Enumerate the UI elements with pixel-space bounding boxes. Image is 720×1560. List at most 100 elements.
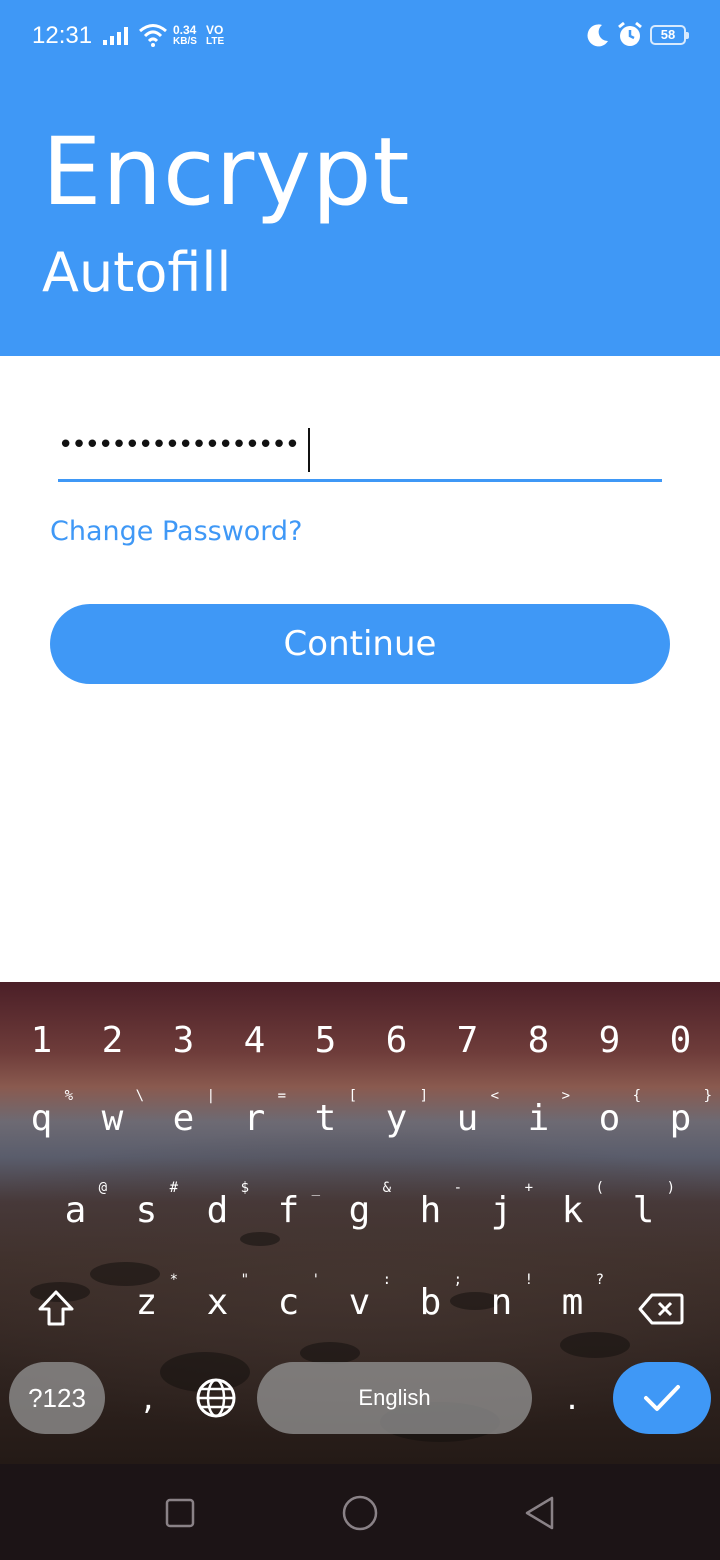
key-z[interactable]: z * [111, 1272, 182, 1334]
key-h[interactable]: h- [395, 1180, 466, 1242]
status-time: 12:31 [32, 22, 93, 49]
key-f-label: f [277, 1190, 300, 1231]
alarm-icon [618, 21, 642, 46]
recents-icon[interactable] [161, 1494, 199, 1532]
key-2[interactable]: 2 [77, 1012, 148, 1072]
key-c[interactable]: c ' [253, 1272, 324, 1334]
key-x-hint: " [240, 1272, 249, 1288]
backspace-icon[interactable] [638, 1292, 684, 1326]
key-d[interactable]: d $ [182, 1180, 253, 1242]
key-3-label: 3 [172, 1020, 195, 1061]
status-bar: 12:31 0.34 KB/S VO LTE 58 [0, 0, 720, 72]
key-a-hint: @ [98, 1180, 107, 1196]
key-q-label: q [30, 1098, 53, 1139]
key-c-label: c [277, 1282, 300, 1323]
symbols-key[interactable]: ?123 [9, 1362, 105, 1434]
check-icon [644, 1385, 680, 1411]
app-header: 12:31 0.34 KB/S VO LTE 58 Encrypt Autofi… [0, 0, 720, 356]
key-2-label: 2 [101, 1020, 124, 1061]
key-o[interactable]: o{ [574, 1088, 645, 1150]
key-v[interactable]: v: [324, 1272, 395, 1334]
key-j[interactable]: j + [466, 1180, 537, 1242]
key-d-hint: $ [240, 1180, 249, 1196]
key-4[interactable]: 4 [219, 1012, 290, 1072]
comma-key[interactable]: , [136, 1378, 160, 1418]
key-7[interactable]: 7 [432, 1012, 503, 1072]
key-p[interactable]: p} [645, 1088, 716, 1150]
key-i[interactable]: i > [503, 1088, 574, 1150]
key-r[interactable]: r = [219, 1088, 290, 1150]
key-9[interactable]: 9 [574, 1012, 645, 1072]
key-k-label: k [561, 1190, 584, 1231]
key-i-hint: > [561, 1088, 570, 1104]
key-r-hint: = [277, 1088, 286, 1104]
key-u-hint: < [490, 1088, 499, 1104]
key-k[interactable]: k( [537, 1180, 608, 1242]
key-n[interactable]: n! [466, 1272, 537, 1334]
key-b[interactable]: b; [395, 1272, 466, 1334]
key-a-label: a [64, 1190, 87, 1231]
key-u[interactable]: u < [432, 1088, 503, 1150]
page-subtitle: Autofill [42, 241, 232, 304]
key-m[interactable]: m? [537, 1272, 608, 1334]
shift-icon[interactable] [36, 1288, 76, 1328]
key-m-label: m [561, 1282, 584, 1323]
key-8-label: 8 [527, 1020, 550, 1061]
key-5[interactable]: 5 [290, 1012, 361, 1072]
key-w-label: w [101, 1098, 124, 1139]
key-7-label: 7 [456, 1020, 479, 1061]
key-s[interactable]: s # [111, 1180, 182, 1242]
key-8[interactable]: 8 [503, 1012, 574, 1072]
key-6[interactable]: 6 [361, 1012, 432, 1072]
key-w-hint: \ [135, 1088, 144, 1104]
key-1-label: 1 [30, 1020, 53, 1061]
key-v-hint: : [382, 1272, 391, 1288]
key-6-label: 6 [385, 1020, 408, 1061]
enter-key[interactable] [613, 1362, 711, 1434]
globe-icon[interactable] [195, 1377, 237, 1419]
key-n-hint: ! [524, 1272, 533, 1288]
key-j-hint: + [524, 1180, 533, 1196]
key-g[interactable]: g & [324, 1180, 395, 1242]
key-0-label: 0 [669, 1020, 692, 1061]
space-key[interactable]: English [257, 1362, 532, 1434]
text-cursor [308, 428, 310, 472]
key-f[interactable]: f _ [253, 1180, 324, 1242]
network-speed: 0.34 KB/S [173, 23, 197, 47]
key-y[interactable]: y] [361, 1088, 432, 1150]
home-icon[interactable] [341, 1494, 379, 1532]
key-o-label: o [598, 1098, 621, 1139]
key-w[interactable]: w \ [77, 1088, 148, 1150]
change-password-link[interactable]: Change Password? [50, 516, 302, 547]
key-q[interactable]: q% [6, 1088, 77, 1150]
key-p-label: p [669, 1098, 692, 1139]
key-c-hint: ' [311, 1272, 320, 1288]
key-s-hint: # [169, 1180, 178, 1196]
key-l-hint: ) [666, 1180, 675, 1196]
key-t[interactable]: t[ [290, 1088, 361, 1150]
key-e[interactable]: e | [148, 1088, 219, 1150]
key-y-label: y [385, 1098, 408, 1139]
key-9-label: 9 [598, 1020, 621, 1061]
key-k-hint: ( [595, 1180, 604, 1196]
key-l[interactable]: l) [608, 1180, 679, 1242]
key-x[interactable]: x " [182, 1272, 253, 1334]
key-f-hint: _ [311, 1180, 320, 1196]
period-key[interactable]: . [560, 1378, 584, 1418]
key-u-label: u [456, 1098, 479, 1139]
key-1[interactable]: 1 [6, 1012, 77, 1072]
key-a[interactable]: a @ [40, 1180, 111, 1242]
continue-button[interactable]: Continue [50, 604, 670, 684]
key-3[interactable]: 3 [148, 1012, 219, 1072]
key-t-label: t [314, 1098, 337, 1139]
key-h-hint: - [453, 1180, 462, 1196]
password-input[interactable]: •••••••••••••••••• [58, 420, 662, 482]
page-title: Encrypt [42, 118, 411, 227]
key-x-label: x [206, 1282, 229, 1323]
back-icon[interactable] [521, 1494, 559, 1532]
key-d-label: d [206, 1190, 229, 1231]
navigation-bar [0, 1464, 720, 1560]
key-s-label: s [135, 1190, 158, 1231]
key-0[interactable]: 0 [645, 1012, 716, 1072]
key-e-label: e [172, 1098, 195, 1139]
